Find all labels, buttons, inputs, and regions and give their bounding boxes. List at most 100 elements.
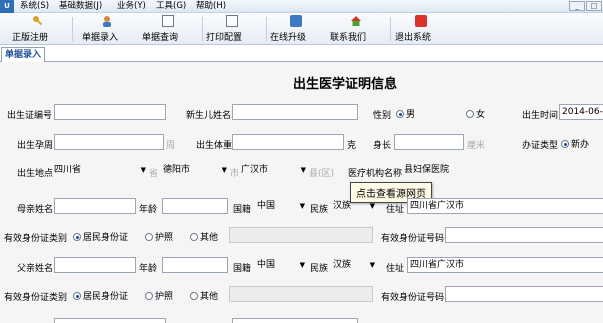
- gest-week-label: 出生孕周: [17, 141, 54, 151]
- father-nation-select[interactable]: 中国 ▼: [257, 257, 305, 273]
- maximize-button[interactable]: □: [586, 1, 602, 11]
- chevron-down-icon: ▼: [369, 261, 375, 269]
- chevron-down-icon: ▼: [299, 202, 305, 210]
- exit-label: 退出系统: [395, 33, 432, 43]
- father-name-input[interactable]: [54, 257, 136, 273]
- father-name-label: 父亲姓名: [17, 264, 54, 274]
- next-row-input-2[interactable]: [232, 318, 358, 323]
- radio-selected-icon: [73, 292, 81, 300]
- mother-id-no-input[interactable]: [445, 227, 603, 243]
- radio-unselected-icon: [145, 233, 153, 241]
- query-label: 单据查询: [142, 33, 179, 43]
- mother-ethnic-select[interactable]: 汉族 ▼: [333, 198, 375, 214]
- mother-nation-label: 国籍: [233, 205, 252, 215]
- institution-select[interactable]: 县妇保医院: [404, 162, 504, 178]
- menu-tools[interactable]: 工具(G): [156, 0, 186, 13]
- mother-age-input[interactable]: [162, 198, 228, 214]
- toolbar-separator: [72, 17, 73, 41]
- father-age-label: 年龄: [139, 264, 158, 274]
- entry-label: 单据录入: [82, 33, 119, 43]
- father-id-other-radio[interactable]: 其他: [190, 289, 218, 302]
- gender-female-radio[interactable]: 女: [466, 107, 485, 120]
- mother-id-other-input: [229, 227, 373, 243]
- app-logo-icon: U: [0, 0, 14, 13]
- chevron-down-icon: ▼: [369, 202, 375, 210]
- upgrade-label: 在线升级: [270, 33, 307, 43]
- mother-address-label: 住址: [386, 205, 405, 215]
- radio-unselected-icon: [190, 292, 198, 300]
- next-row-input[interactable]: [54, 318, 166, 323]
- key-icon: [32, 15, 44, 27]
- contact-label: 联系我们: [330, 33, 367, 43]
- upgrade-icon: [290, 15, 302, 27]
- contact-button[interactable]: 联系我们: [330, 15, 382, 43]
- father-ethnic-label: 民族: [310, 264, 329, 274]
- mother-name-label: 母亲姓名: [17, 205, 54, 215]
- mother-id-other-radio[interactable]: 其他: [190, 230, 218, 243]
- exit-button[interactable]: 退出系统: [395, 15, 447, 43]
- form-panel: 出生医学证明信息 出生证编号 新生儿姓名 性别 男 女 出生时间 2014-06…: [0, 62, 603, 323]
- baby-name-input[interactable]: [232, 104, 358, 120]
- cert-type-radio[interactable]: 新办: [561, 137, 589, 150]
- home-icon: [350, 15, 362, 27]
- mother-name-input[interactable]: [54, 198, 136, 214]
- entry-button[interactable]: 单据录入: [82, 15, 134, 43]
- province-unit: 省: [149, 169, 159, 179]
- father-id-resident-radio[interactable]: 居民身份证: [73, 289, 128, 302]
- institution-label: 医疗机构名称: [348, 169, 403, 179]
- menu-system[interactable]: 系统(S): [20, 0, 49, 13]
- toolbar-separator: [390, 17, 391, 41]
- radio-unselected-icon: [190, 233, 198, 241]
- toolbar: 正版注册 单据录入 单据查询 打印配置 在线升级 联系我们 退出系统: [0, 13, 603, 45]
- register-button[interactable]: 正版注册: [12, 15, 64, 43]
- menu-bar: U 系统(S) 基础数据(J) 业务(Y) 工具(G) 帮助(H) _ □: [0, 0, 603, 13]
- minimize-button[interactable]: _: [569, 1, 585, 11]
- province-select[interactable]: 四川省 ▼: [54, 162, 146, 178]
- mother-id-passport-radio[interactable]: 护照: [145, 230, 173, 243]
- upgrade-button[interactable]: 在线升级: [270, 15, 322, 43]
- mother-id-no-label: 有效身份证号码: [381, 234, 445, 244]
- radio-unselected-icon: [145, 292, 153, 300]
- gest-week-input[interactable]: [54, 134, 164, 150]
- mother-ethnic-label: 民族: [310, 205, 329, 215]
- birth-time-input[interactable]: 2014-06-1: [559, 104, 603, 120]
- chevron-down-icon: ▼: [299, 261, 305, 269]
- birthplace-label: 出生地点: [17, 169, 54, 179]
- radio-selected-icon: [561, 140, 569, 148]
- chevron-down-icon: ▼: [140, 166, 146, 174]
- father-address-input[interactable]: 四川省广汉市: [407, 257, 603, 273]
- gender-male-radio[interactable]: 男: [396, 107, 415, 120]
- father-id-type-label: 有效身份证类别: [4, 293, 68, 303]
- cert-no-input[interactable]: [54, 104, 166, 120]
- page-title: 出生医学证明信息: [292, 77, 397, 92]
- father-age-input[interactable]: [162, 257, 228, 273]
- city-select[interactable]: 德阳市 ▼: [163, 162, 227, 178]
- menu-help[interactable]: 帮助(H): [196, 0, 226, 13]
- query-button[interactable]: 单据查询: [142, 15, 194, 43]
- cert-type-label: 办证类型: [522, 141, 559, 151]
- cert-no-label: 出生证编号: [7, 111, 53, 121]
- print-config-button[interactable]: 打印配置: [206, 15, 258, 43]
- height-input[interactable]: [394, 134, 464, 150]
- county-select[interactable]: 广汉市 ▼: [241, 162, 306, 178]
- father-ethnic-select[interactable]: 汉族 ▼: [333, 257, 375, 273]
- register-label: 正版注册: [12, 33, 49, 43]
- mother-id-resident-radio[interactable]: 居民身份证: [73, 230, 128, 243]
- father-id-passport-radio[interactable]: 护照: [145, 289, 173, 302]
- toolbar-separator: [202, 17, 203, 41]
- height-label: 身长: [373, 141, 392, 151]
- weight-input[interactable]: [232, 134, 344, 150]
- city-unit: 市: [230, 169, 240, 179]
- father-id-no-input[interactable]: [445, 286, 603, 302]
- weight-unit: 克: [347, 141, 357, 151]
- menu-basic-data[interactable]: 基础数据(J): [59, 0, 102, 13]
- tab-entry[interactable]: 单据录入: [1, 47, 46, 62]
- father-id-no-label: 有效身份证号码: [381, 293, 445, 303]
- menu-business[interactable]: 业务(Y): [117, 0, 146, 13]
- radio-unselected-icon: [466, 110, 474, 118]
- chevron-down-icon: ▼: [221, 166, 227, 174]
- mother-nation-select[interactable]: 中国 ▼: [257, 198, 305, 214]
- father-nation-label: 国籍: [233, 264, 252, 274]
- mother-address-input[interactable]: 四川省广汉市: [407, 198, 603, 214]
- tab-bar: 单据录入: [0, 45, 603, 62]
